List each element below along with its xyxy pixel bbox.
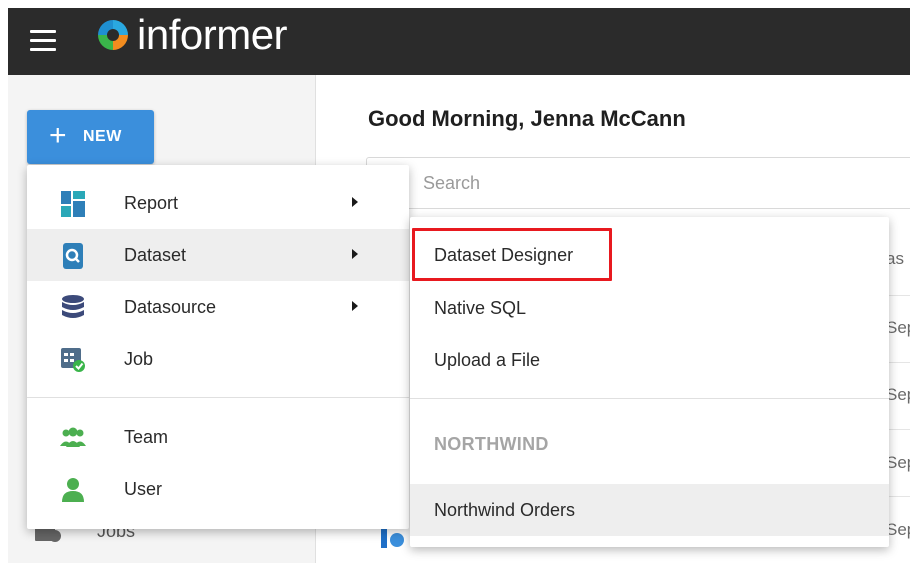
list-cell: Sep xyxy=(886,520,910,539)
menu-item-label: Job xyxy=(124,349,154,369)
list-cell: Sep xyxy=(886,385,910,404)
new-button[interactable]: + NEW xyxy=(27,110,154,164)
list-cell: Sep xyxy=(886,318,910,337)
submenu-arrow-icon xyxy=(352,197,358,207)
menu-item-team[interactable]: Team xyxy=(27,411,409,463)
new-menu: Report Dataset Datasource Job Team User xyxy=(27,165,409,529)
menu-item-label: Dataset xyxy=(124,245,187,265)
list-cell: Sep xyxy=(886,453,910,472)
top-bar: informer xyxy=(8,8,910,75)
report-icon xyxy=(61,191,85,217)
submenu-arrow-icon xyxy=(352,301,358,311)
menu-item-label: Dataset Designer xyxy=(434,245,574,265)
list-divider xyxy=(886,295,910,296)
menu-item-northwind-orders[interactable]: Northwind Orders xyxy=(410,484,889,536)
menu-item-upload-file[interactable]: Upload a File xyxy=(410,334,889,386)
job-icon xyxy=(61,348,85,372)
list-cell: as xyxy=(886,249,904,268)
list-divider xyxy=(886,429,910,430)
database-icon xyxy=(62,295,84,318)
menu-item-label: Upload a File xyxy=(434,350,541,370)
menu-item-label: User xyxy=(124,479,163,499)
menu-item-dataset[interactable]: Dataset xyxy=(27,229,409,281)
plus-icon: + xyxy=(49,119,67,152)
menu-item-label: Team xyxy=(124,427,169,447)
user-icon xyxy=(62,478,84,502)
submenu-arrow-icon xyxy=(352,249,358,259)
search-placeholder: Search xyxy=(423,173,481,193)
menu-item-native-sql[interactable]: Native SQL xyxy=(410,282,889,334)
menu-divider xyxy=(410,398,889,399)
menu-item-label: Native SQL xyxy=(434,298,527,318)
new-button-label: NEW xyxy=(83,128,122,145)
brand-logo-text: informer xyxy=(137,11,288,58)
menu-item-dataset-designer[interactable]: Dataset Designer xyxy=(410,229,889,281)
dataset-icon xyxy=(63,243,83,269)
informer-logo-icon xyxy=(98,20,128,50)
menu-item-label: Northwind Orders xyxy=(434,500,576,520)
page-greeting: Good Morning, Jenna McCann xyxy=(368,106,686,131)
dataset-submenu: Dataset Designer Native SQL Upload a Fil… xyxy=(410,217,889,547)
menu-divider xyxy=(27,397,409,398)
menu-section-header: NORTHWIND xyxy=(434,434,549,454)
app-window: informer + NEW Jobs Good Morning, Jenna … xyxy=(0,0,910,563)
menu-item-label: Datasource xyxy=(124,297,217,317)
menu-item-user[interactable]: User xyxy=(27,463,409,515)
menu-item-job[interactable]: Job xyxy=(27,333,409,385)
menu-item-report[interactable]: Report xyxy=(27,177,409,229)
team-icon xyxy=(60,427,86,447)
menu-item-label: Report xyxy=(124,193,179,213)
menu-item-datasource[interactable]: Datasource xyxy=(27,281,409,333)
dataset-row-icon xyxy=(381,528,404,548)
hamburger-icon[interactable] xyxy=(30,30,56,52)
list-divider xyxy=(886,362,910,363)
list-divider xyxy=(886,496,910,497)
